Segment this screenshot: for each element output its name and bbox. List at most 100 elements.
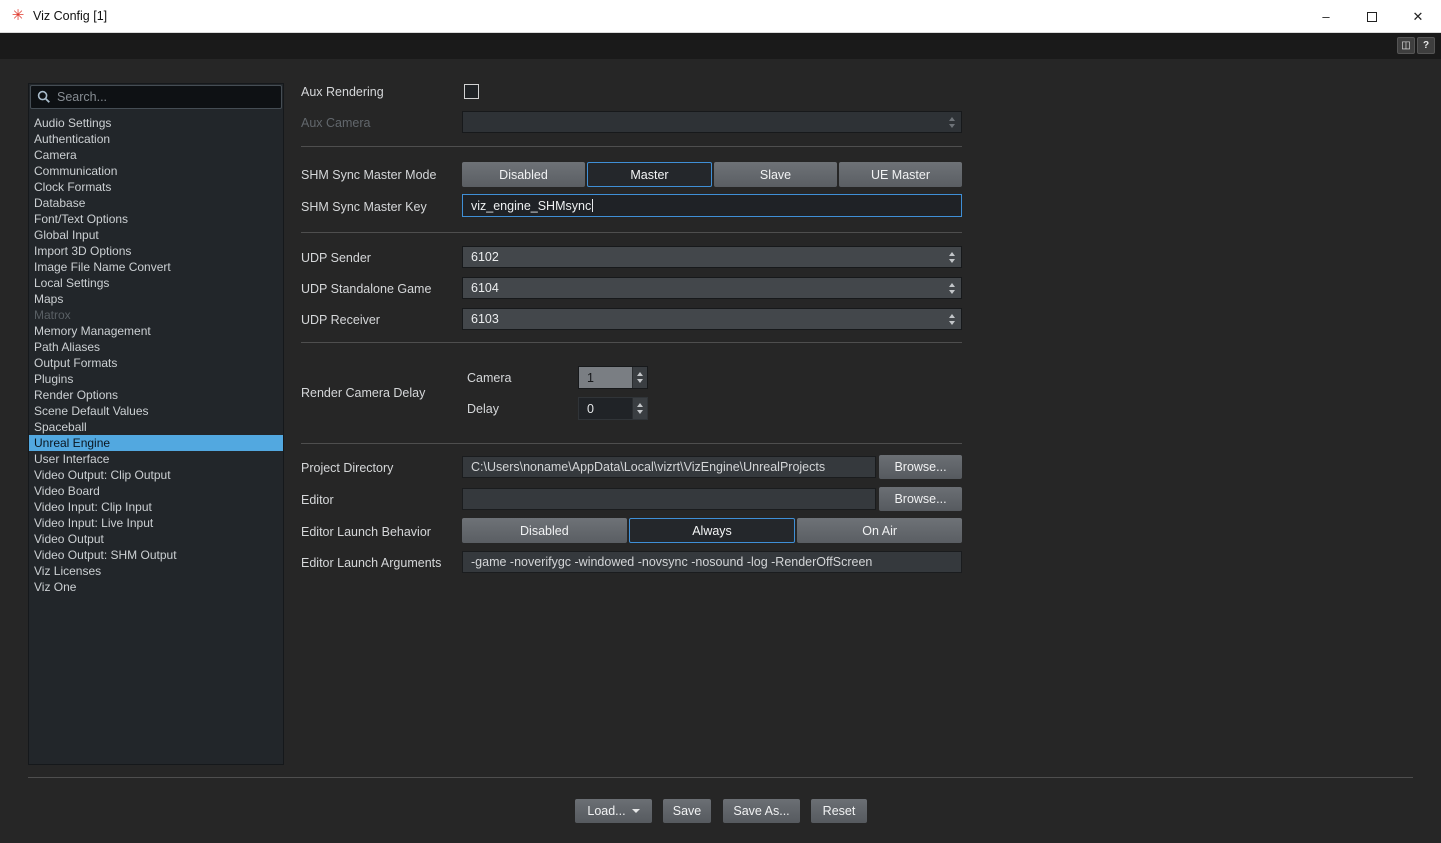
shm-sync-master-mode-label: SHM Sync Master Mode [301,168,436,183]
window-controls: – ✕ [1303,0,1441,33]
editor-input[interactable] [462,488,876,510]
maximize-button[interactable] [1349,0,1395,33]
editor-launch-behavior-option-on-air[interactable]: On Air [797,518,962,543]
editor-launch-behavior-option-disabled[interactable]: Disabled [462,518,627,543]
udp-sender-spinner[interactable] [946,247,957,267]
aux-rendering-checkbox[interactable] [464,84,479,99]
sidebar-item-render-options[interactable]: Render Options [29,387,283,403]
render-camera-value: 1 [587,371,594,385]
editor-browse-button[interactable]: Browse... [879,487,962,511]
aux-camera-spinner[interactable] [946,112,957,132]
footer-separator [28,777,1413,778]
load-button-label: Load... [587,804,625,818]
separator [301,443,962,444]
udp-sender-label: UDP Sender [301,251,371,266]
help-icon: ? [1423,40,1429,51]
sidebar-item-video-output-shm-output[interactable]: Video Output: SHM Output [29,547,283,563]
search-icon [37,90,51,104]
sidebar-item-import-3d-options[interactable]: Import 3D Options [29,243,283,259]
load-dropdown-arrow [632,809,640,813]
sidebar-item-maps[interactable]: Maps [29,291,283,307]
sidebar-item-path-aliases[interactable]: Path Aliases [29,339,283,355]
sidebar-item-audio-settings[interactable]: Audio Settings [29,115,283,131]
editor-launch-arguments-value: -game -noverifygc -windowed -novsync -no… [471,555,872,569]
titlebar: ✳ Viz Config [1] – ✕ [0,0,1441,33]
sidebar-item-database[interactable]: Database [29,195,283,211]
close-button[interactable]: ✕ [1395,0,1441,33]
render-camera-spinner[interactable] [632,367,647,388]
shm-sync-master-mode-option-disabled[interactable]: Disabled [462,162,585,187]
editor-launch-behavior-control: DisabledAlwaysOn Air [462,518,962,543]
sidebar-item-font-text-options[interactable]: Font/Text Options [29,211,283,227]
udp-standalone-game-spinner[interactable] [946,278,957,298]
sidebar-item-video-output-clip-output[interactable]: Video Output: Clip Output [29,467,283,483]
editor-launch-arguments-input[interactable]: -game -noverifygc -windowed -novsync -no… [462,551,962,573]
editor-launch-behavior-option-always[interactable]: Always [629,518,796,543]
aux-rendering-label: Aux Rendering [301,85,384,100]
render-delay-input[interactable]: 0 [578,397,648,420]
render-delay-spinner[interactable] [632,398,647,419]
udp-receiver-value: 6103 [471,312,499,326]
sidebar-item-camera[interactable]: Camera [29,147,283,163]
aux-camera-input[interactable] [462,111,962,133]
editor-label: Editor [301,493,334,508]
sidebar-item-clock-formats[interactable]: Clock Formats [29,179,283,195]
render-camera-input[interactable]: 1 [578,366,648,389]
reset-button[interactable]: Reset [811,799,867,823]
separator [301,232,962,233]
aux-camera-label: Aux Camera [301,116,370,131]
viz-config-window: ✳ Viz Config [1] – ✕ ◫ ? Audio SettingsA… [0,0,1441,843]
sidebar-item-scene-default-values[interactable]: Scene Default Values [29,403,283,419]
sidebar-item-image-file-name-convert[interactable]: Image File Name Convert [29,259,283,275]
maximize-icon [1367,12,1377,22]
load-button[interactable]: Load... [575,799,652,823]
help-button[interactable]: ? [1417,37,1435,54]
shm-sync-master-mode-control: DisabledMasterSlaveUE Master [462,162,962,187]
search-input[interactable] [57,90,281,104]
sidebar-item-matrox[interactable]: Matrox [29,307,283,323]
sidebar-item-memory-management[interactable]: Memory Management [29,323,283,339]
project-directory-value: C:\Users\noname\AppData\Local\vizrt\VizE… [471,460,825,474]
dock-panel-button[interactable]: ◫ [1397,37,1415,54]
save-button[interactable]: Save [663,799,711,823]
sidebar-item-viz-licenses[interactable]: Viz Licenses [29,563,283,579]
save-as-button[interactable]: Save As... [723,799,800,823]
udp-receiver-spinner[interactable] [946,309,957,329]
sidebar-item-local-settings[interactable]: Local Settings [29,275,283,291]
udp-receiver-input[interactable]: 6103 [462,308,962,330]
sidebar-item-video-input-clip-input[interactable]: Video Input: Clip Input [29,499,283,515]
toolbar: ◫ ? [0,33,1441,59]
sidebar-item-spaceball[interactable]: Spaceball [29,419,283,435]
shm-sync-master-key-input[interactable]: viz_engine_SHMsync [462,194,962,217]
sidebar-item-unreal-engine[interactable]: Unreal Engine [29,435,283,451]
sidebar-item-video-input-live-input[interactable]: Video Input: Live Input [29,515,283,531]
udp-receiver-label: UDP Receiver [301,313,380,328]
separator [301,146,962,147]
project-directory-browse-button[interactable]: Browse... [879,455,962,479]
minimize-button[interactable]: – [1303,0,1349,33]
udp-sender-input[interactable]: 6102 [462,246,962,268]
sidebar-item-authentication[interactable]: Authentication [29,131,283,147]
render-delay-value: 0 [587,402,594,416]
sidebar-item-plugins[interactable]: Plugins [29,371,283,387]
search-box[interactable] [30,85,282,109]
sidebar-item-global-input[interactable]: Global Input [29,227,283,243]
udp-sender-value: 6102 [471,250,499,264]
sidebar-item-video-output[interactable]: Video Output [29,531,283,547]
sidebar-item-video-board[interactable]: Video Board [29,483,283,499]
shm-sync-master-mode-option-ue-master[interactable]: UE Master [839,162,962,187]
dock-icon: ◫ [1401,40,1410,51]
shm-sync-master-mode-option-slave[interactable]: Slave [714,162,837,187]
project-directory-label: Project Directory [301,461,393,476]
shm-sync-master-key-label: SHM Sync Master Key [301,200,427,215]
project-directory-input[interactable]: C:\Users\noname\AppData\Local\vizrt\VizE… [462,456,876,478]
render-delay-label: Delay [467,402,499,417]
sidebar-item-viz-one[interactable]: Viz One [29,579,283,595]
sidebar-item-output-formats[interactable]: Output Formats [29,355,283,371]
sidebar-item-communication[interactable]: Communication [29,163,283,179]
app-icon: ✳ [10,8,26,24]
udp-standalone-game-input[interactable]: 6104 [462,277,962,299]
sidebar-item-user-interface[interactable]: User Interface [29,451,283,467]
shm-sync-master-mode-option-master[interactable]: Master [587,162,712,187]
render-camera-label: Camera [467,371,511,386]
